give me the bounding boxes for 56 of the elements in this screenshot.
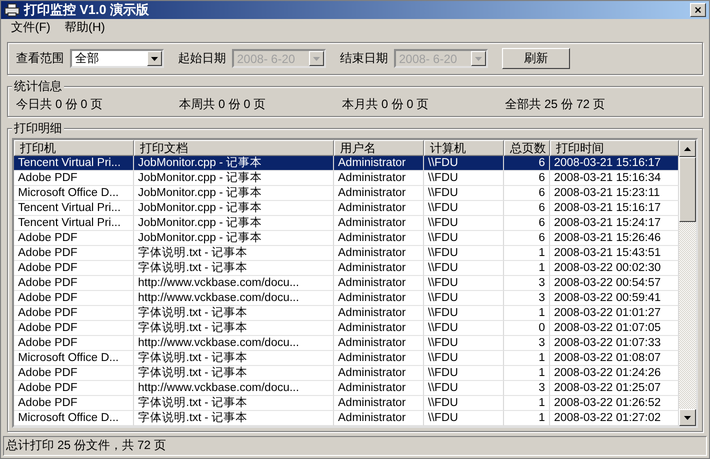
column-header[interactable]: 打印文档	[134, 140, 334, 156]
table-cell: Microsoft Office D...	[14, 411, 134, 426]
scroll-up-button[interactable]	[679, 140, 696, 157]
column-header[interactable]: 用户名	[334, 140, 424, 156]
stats-title: 统计信息	[12, 79, 64, 93]
stat-text: 本周共 0 份 0 页	[179, 96, 267, 113]
table-cell: Administrator	[334, 411, 424, 426]
table-row[interactable]: Adobe PDF 字体说明.txt - 记事本 Administrator \\FDU 1 2008-03-22 00:02:30	[14, 261, 679, 276]
table-row[interactable]: Microsoft Office D... 字体说明.txt - 记事本 Administrator \\FDU 1 2008-03-22 01:27:02	[14, 411, 679, 426]
column-header[interactable]: 打印时间	[550, 140, 679, 156]
dropdown-arrow-icon	[151, 56, 158, 60]
table-cell: 字体说明.txt - 记事本	[134, 411, 334, 426]
table-row[interactable]: Adobe PDF http://www.vckbase.com/docu... Administrator \\FDU 3 2008-03-22 00:54:57	[14, 276, 679, 291]
table-row[interactable]: Adobe PDF 字体说明.txt - 记事本 Administrator \\FDU 1 2008-03-22 01:24:26	[14, 366, 679, 381]
menu-item[interactable]: 帮助(H)	[64, 19, 105, 36]
table-row[interactable]: Tencent Virtual Pri... JobMonitor.cpp - 记事本 Administrator \\FDU 6 2008-03-21 15:16:17	[14, 201, 679, 216]
refresh-button[interactable]: 刷新	[502, 48, 570, 69]
scroll-thumb[interactable]	[679, 157, 696, 222]
printer-icon	[4, 3, 20, 17]
table-cell: 1	[504, 411, 550, 426]
table-row[interactable]: Microsoft Office D... 字体说明.txt - 记事本 Administrator \\FDU 1 2008-03-22 01:08:07	[14, 351, 679, 366]
table-row[interactable]: Adobe PDF 字体说明.txt - 记事本 Administrator \\FDU 1 2008-03-22 01:01:27	[14, 306, 679, 321]
table-row[interactable]: Adobe PDF http://www.vckbase.com/docu... Administrator \\FDU 3 2008-03-22 01:07:33	[14, 336, 679, 351]
details-title: 打印明细	[12, 121, 64, 135]
end-date-label: 结束日期	[340, 50, 388, 67]
table-row[interactable]: Adobe PDF JobMonitor.cpp - 记事本 Administrator \\FDU 6 2008-03-21 15:16:34	[14, 171, 679, 186]
stat-text: 本月共 0 份 0 页	[342, 96, 430, 113]
up-arrow-icon	[684, 146, 691, 150]
close-button[interactable]: ×	[690, 3, 706, 17]
table-row[interactable]: Adobe PDF 字体说明.txt - 记事本 Administrator \\FDU 1 2008-03-21 15:43:51	[14, 246, 679, 261]
range-dropdown[interactable]: 全部	[70, 49, 164, 68]
column-header[interactable]: 总页数	[504, 140, 550, 156]
table-row[interactable]: Adobe PDF http://www.vckbase.com/docu... Administrator \\FDU 3 2008-03-22 00:59:41	[14, 291, 679, 306]
table-row[interactable]: Microsoft Office D... JobMonitor.cpp - 记事本 Administrator \\FDU 6 2008-03-21 15:23:11	[14, 186, 679, 201]
stat-text: 今日共 0 份 0 页	[16, 96, 104, 113]
column-header[interactable]: 打印机	[14, 140, 134, 156]
column-header[interactable]: 计算机	[424, 140, 504, 156]
table-cell: 2008-03-22 01:27:02	[550, 411, 679, 426]
table-cell: \\FDU	[424, 411, 504, 426]
range-label: 查看范围	[16, 50, 64, 67]
down-arrow-icon	[684, 416, 691, 420]
start-date-label: 起始日期	[178, 50, 226, 67]
table-row[interactable]: Adobe PDF 字体说明.txt - 记事本 Administrator \\FDU 0 2008-03-22 01:07:05	[14, 321, 679, 336]
dropdown-arrow-icon	[313, 56, 320, 60]
table-row[interactable]: Adobe PDF JobMonitor.cpp - 记事本 Administrator \\FDU 6 2008-03-21 15:26:46	[14, 231, 679, 246]
table-row[interactable]: Adobe PDF 字体说明.txt - 记事本 Administrator \\FDU 1 2008-03-22 01:26:52	[14, 396, 679, 411]
scrollbar[interactable]	[679, 140, 696, 426]
table-row[interactable]: Adobe PDF http://www.vckbase.com/docu... Administrator \\FDU 3 2008-03-22 01:25:07	[14, 381, 679, 396]
window-title: 打印监控 V1.0 演示版	[24, 1, 150, 19]
table-row[interactable]: Tencent Virtual Pri... JobMonitor.cpp - 记事本 Administrator \\FDU 6 2008-03-21 15:24:17	[14, 216, 679, 231]
scroll-down-button[interactable]	[679, 409, 696, 426]
status-bar: 总计打印 25 份文件，共 72 页	[3, 436, 707, 456]
stat-text: 全部共 25 份 72 页	[505, 96, 606, 113]
table-row[interactable]: Tencent Virtual Pri... JobMonitor.cpp - 记事本 Administrator \\FDU 6 2008-03-21 15:16:17	[14, 156, 679, 171]
menu-item[interactable]: 文件(F)	[11, 19, 50, 36]
dropdown-arrow-icon	[475, 56, 482, 60]
